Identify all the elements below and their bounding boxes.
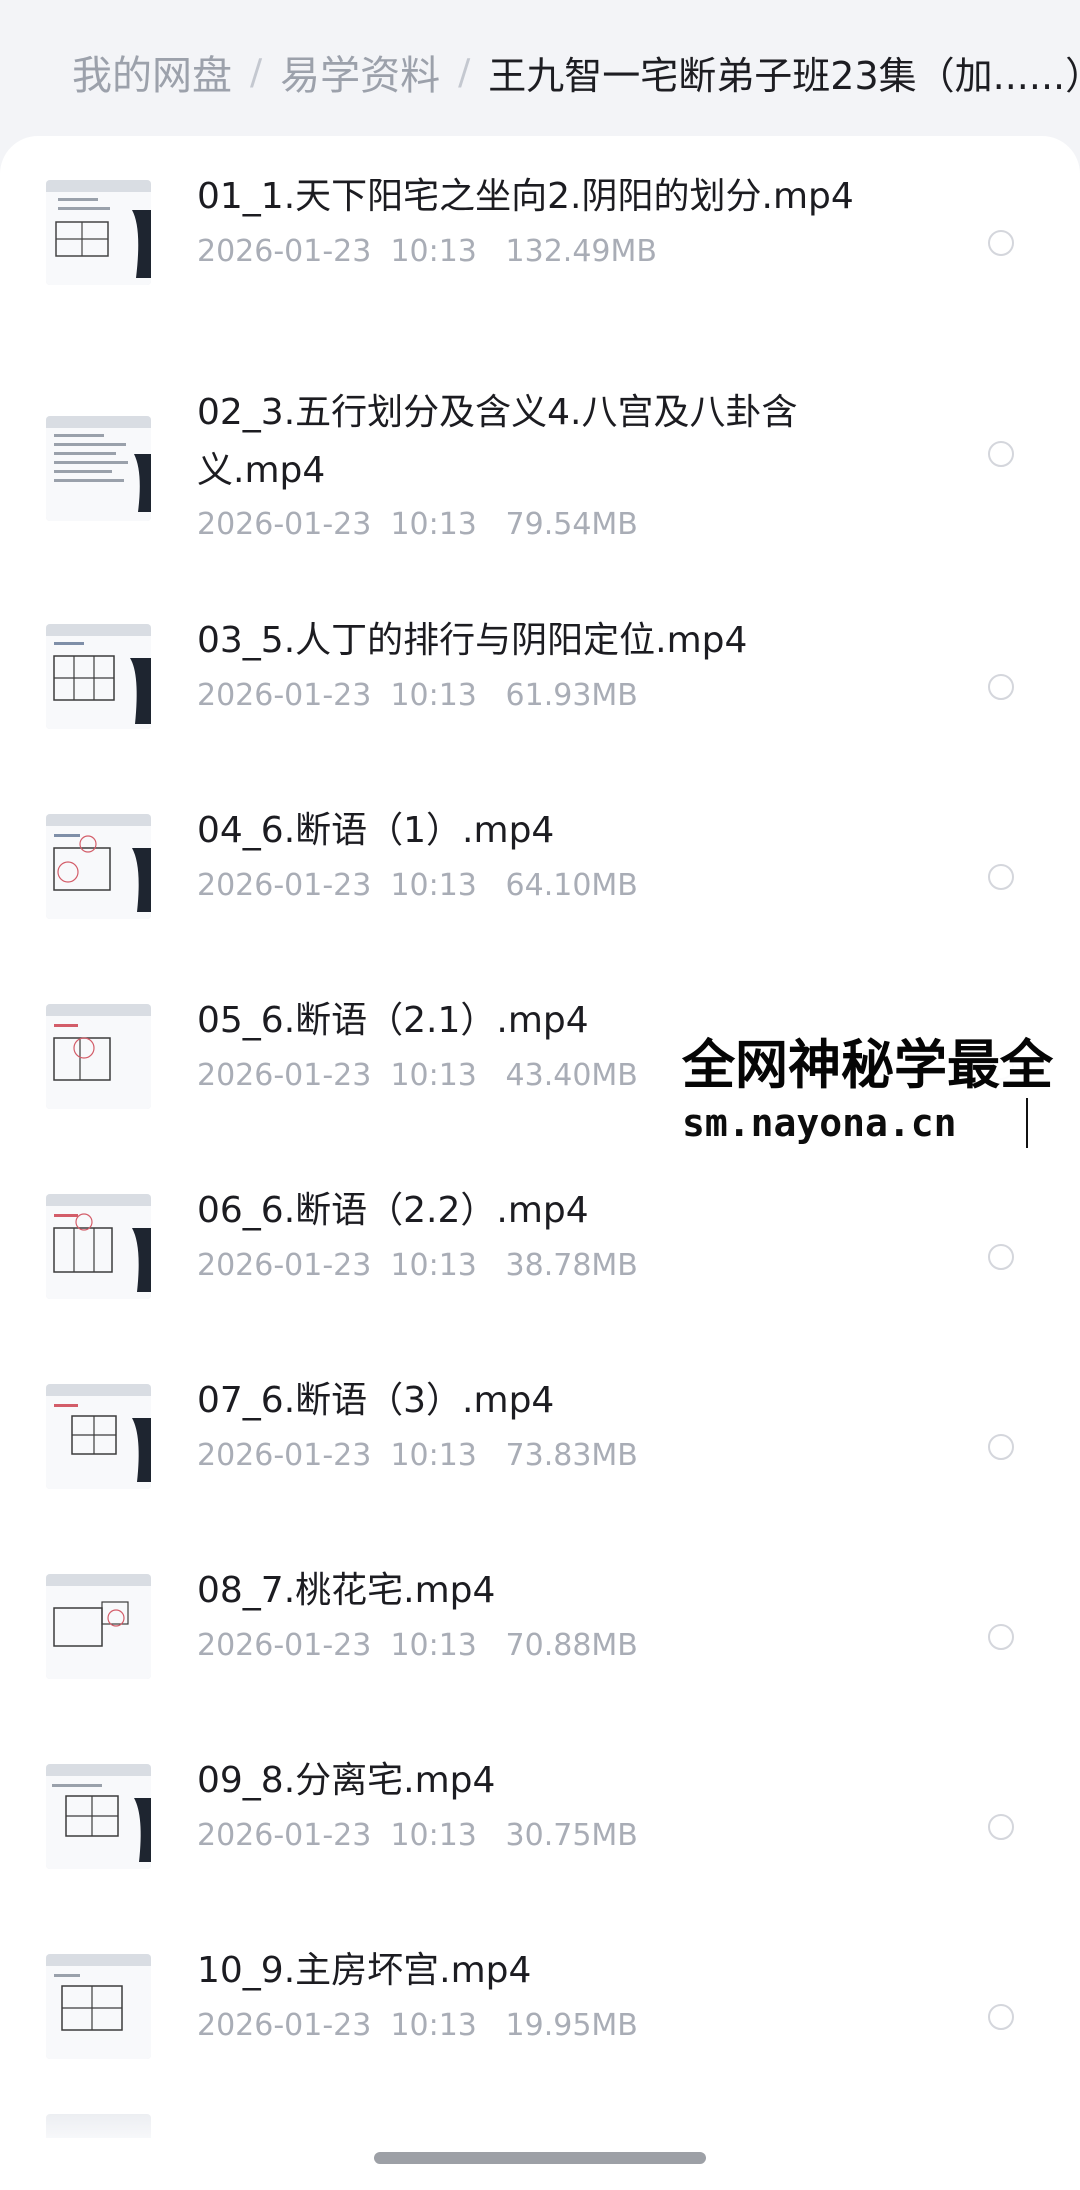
video-thumbnail-icon (46, 624, 151, 729)
video-thumbnail-icon (46, 1574, 151, 1679)
breadcrumb: 我的网盘 / 易学资料 / 王九智一宅断弟子班23集（加......） (72, 38, 1080, 106)
file-name[interactable]: 04_6.断语（1）.mp4 (197, 802, 887, 860)
file-row[interactable]: 10_9.主房坏宫.mp4 2026-01-23 10:13 19.95MB (0, 1920, 1080, 2110)
file-date: 2026-01-23 (197, 507, 372, 542)
breadcrumb-separator-icon: / (250, 51, 263, 93)
file-time: 10:13 (390, 868, 477, 903)
file-date: 2026-01-23 (197, 1248, 372, 1283)
file-date: 2026-01-23 (197, 234, 372, 269)
file-time: 10:13 (390, 1818, 477, 1853)
file-size: 73.83MB (505, 1438, 638, 1473)
file-date: 2026-01-23 (197, 1628, 372, 1663)
file-meta: 2026-01-23 10:13 64.10MB (197, 865, 887, 907)
file-time: 10:13 (390, 678, 477, 713)
file-meta: 2026-01-23 10:13 70.88MB (197, 1625, 887, 1667)
file-meta: 2026-01-23 10:13 132.49MB (197, 231, 887, 273)
file-time: 10:13 (390, 1628, 477, 1663)
file-meta: 2026-01-23 10:13 19.95MB (197, 2005, 887, 2047)
file-meta: 2026-01-23 10:13 30.75MB (197, 1815, 887, 1857)
breadcrumb-folder[interactable]: 易学资料 (280, 43, 440, 101)
file-row[interactable]: 09_8.分离宅.mp4 2026-01-23 10:13 30.75MB (0, 1730, 1080, 1920)
radio-circle-icon[interactable] (988, 230, 1014, 256)
file-date: 2026-01-23 (197, 1438, 372, 1473)
file-meta: 2026-01-23 10:13 79.54MB (197, 504, 887, 546)
file-row[interactable]: 03_5.人丁的排行与阴阳定位.mp4 2026-01-23 10:13 61.… (0, 590, 1080, 780)
video-thumbnail-icon (46, 1004, 151, 1109)
text-cursor-icon (1026, 1098, 1028, 1148)
video-thumbnail-icon (46, 814, 151, 919)
file-meta: 2026-01-23 10:13 61.93MB (197, 675, 887, 717)
file-row[interactable]: 07_6.断语（3）.mp4 2026-01-23 10:13 73.83MB (0, 1350, 1080, 1540)
radio-circle-icon[interactable] (988, 674, 1014, 700)
file-time: 10:13 (390, 234, 477, 269)
file-date: 2026-01-23 (197, 1058, 372, 1093)
file-size: 61.93MB (505, 678, 638, 713)
file-list-panel: 01_1.天下阳宅之坐向2.阴阳的划分.mp4 2026-01-23 10:13… (0, 136, 1080, 2190)
radio-circle-icon[interactable] (988, 1434, 1014, 1460)
video-thumbnail-icon (46, 1954, 151, 2059)
radio-circle-icon[interactable] (988, 1244, 1014, 1270)
file-date: 2026-01-23 (197, 1818, 372, 1853)
file-name[interactable]: 01_1.天下阳宅之坐向2.阴阳的划分.mp4 (197, 168, 887, 226)
file-row[interactable]: 01_1.天下阳宅之坐向2.阴阳的划分.mp4 2026-01-23 10:13… (0, 146, 1080, 336)
video-thumbnail-icon (46, 1384, 151, 1489)
file-size: 38.78MB (505, 1248, 638, 1283)
breadcrumb-separator-icon: / (458, 51, 471, 93)
file-row[interactable]: 08_7.桃花宅.mp4 2026-01-23 10:13 70.88MB (0, 1540, 1080, 1730)
file-time: 10:13 (390, 1438, 477, 1473)
file-name[interactable]: 08_7.桃花宅.mp4 (197, 1562, 887, 1620)
radio-circle-icon[interactable] (988, 441, 1014, 467)
watermark-url: sm.nayona.cn (682, 1101, 957, 1145)
file-row[interactable]: 06_6.断语（2.2）.mp4 2026-01-23 10:13 38.78M… (0, 1160, 1080, 1350)
file-row[interactable]: 02_3.五行划分及含义4.八宫及八卦含义.mp4 2026-01-23 10:… (0, 362, 1080, 572)
video-thumbnail-icon (46, 1194, 151, 1299)
file-size: 64.10MB (505, 868, 638, 903)
radio-circle-icon[interactable] (988, 2004, 1014, 2030)
file-time: 10:13 (390, 1248, 477, 1283)
file-name[interactable]: 06_6.断语（2.2）.mp4 (197, 1182, 887, 1240)
breadcrumb-current: 王九智一宅断弟子班23集（加......） (488, 53, 1080, 98)
file-date: 2026-01-23 (197, 678, 372, 713)
file-name[interactable]: 09_8.分离宅.mp4 (197, 1752, 887, 1810)
file-size: 79.54MB (505, 507, 638, 542)
file-time: 10:13 (390, 2008, 477, 2043)
file-size: 19.95MB (505, 2008, 638, 2043)
video-thumbnail-icon (46, 1764, 151, 1869)
video-thumbnail-icon (46, 416, 151, 521)
watermark-title: 全网神秘学最全 (682, 1035, 1053, 1096)
file-size: 30.75MB (505, 1818, 638, 1853)
file-date: 2026-01-23 (197, 2008, 372, 2043)
file-size: 43.40MB (505, 1058, 638, 1093)
file-size: 70.88MB (505, 1628, 638, 1663)
file-size: 132.49MB (505, 234, 657, 269)
file-name[interactable]: 10_9.主房坏宫.mp4 (197, 1942, 887, 2000)
file-date: 2026-01-23 (197, 868, 372, 903)
file-time: 10:13 (390, 507, 477, 542)
watermark: 全网神秘学最全 sm.nayona.cn (674, 1032, 1078, 1152)
video-thumbnail-icon (46, 180, 151, 285)
radio-circle-icon[interactable] (988, 1624, 1014, 1650)
file-time: 10:13 (390, 1058, 477, 1093)
home-indicator[interactable] (374, 2152, 706, 2164)
partial-file-row (0, 2114, 1080, 2138)
file-meta: 2026-01-23 10:13 73.83MB (197, 1435, 887, 1477)
radio-circle-icon[interactable] (988, 1814, 1014, 1840)
breadcrumb-root[interactable]: 我的网盘 (72, 43, 232, 101)
file-name[interactable]: 02_3.五行划分及含义4.八宫及八卦含义.mp4 (197, 384, 887, 500)
file-row[interactable]: 04_6.断语（1）.mp4 2026-01-23 10:13 64.10MB (0, 780, 1080, 970)
file-meta: 2026-01-23 10:13 38.78MB (197, 1245, 887, 1287)
video-thumbnail-icon (46, 2114, 151, 2138)
radio-circle-icon[interactable] (988, 864, 1014, 890)
file-name[interactable]: 07_6.断语（3）.mp4 (197, 1372, 887, 1430)
file-name[interactable]: 03_5.人丁的排行与阴阳定位.mp4 (197, 612, 887, 670)
